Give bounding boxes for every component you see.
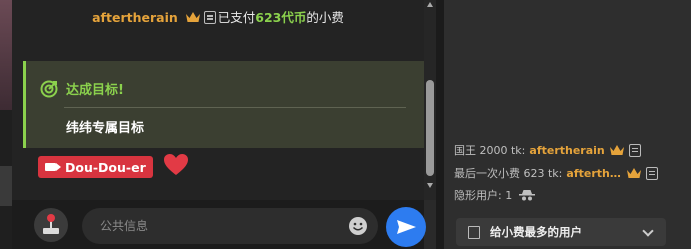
chevron-down-icon bbox=[642, 225, 654, 237]
emoji-icon[interactable] bbox=[348, 216, 368, 236]
left-photo-thumbnail bbox=[0, 0, 12, 110]
king-username[interactable]: aftertherain bbox=[529, 144, 604, 157]
spy-icon bbox=[519, 190, 536, 201]
top-tippers-button[interactable]: 给小费最多的用户 bbox=[456, 218, 666, 246]
heart-icon bbox=[164, 154, 188, 175]
goal-divider bbox=[64, 107, 406, 108]
king-stat: 国王 2000 tk: aftertherain bbox=[454, 142, 643, 158]
chat-input-bar bbox=[12, 200, 426, 249]
joystick-icon bbox=[43, 214, 59, 234]
last-tip-username[interactable]: aftertherain bbox=[566, 167, 622, 180]
trophy-icon bbox=[468, 225, 480, 239]
left-thumbnail bbox=[0, 166, 12, 206]
public-message-input[interactable] bbox=[100, 208, 340, 244]
goal-reached-card: 达成目标! 纬纬专属目标 bbox=[23, 61, 424, 148]
tip-message: aftertherain 已支付623代币的小费 bbox=[12, 8, 424, 28]
panel-divider bbox=[436, 0, 444, 249]
camera-icon bbox=[45, 163, 61, 171]
user-tag[interactable]: Dou-Dou-er bbox=[38, 156, 153, 178]
tip-text-before: 已支付 bbox=[217, 10, 256, 25]
king-label: 国王 2000 tk: bbox=[454, 144, 526, 157]
chat-scrollbar[interactable] bbox=[424, 0, 436, 200]
notes-icon[interactable] bbox=[628, 143, 641, 157]
send-icon bbox=[397, 220, 416, 234]
left-panel-edge bbox=[0, 0, 12, 249]
notes-icon[interactable] bbox=[646, 166, 659, 180]
hidden-users-stat: 隐形用户: 1 bbox=[454, 187, 536, 203]
crown-icon bbox=[185, 12, 200, 22]
last-tip-label: 最后一次小费 623 tk: bbox=[454, 167, 563, 180]
goal-name: 纬纬专属目标 bbox=[66, 121, 145, 136]
scroll-up-icon[interactable] bbox=[427, 2, 433, 7]
joystick-button[interactable] bbox=[34, 208, 68, 242]
tip-text-after: 的小费 bbox=[306, 10, 344, 25]
hidden-users-label: 隐形用户: 1 bbox=[454, 189, 513, 202]
crown-icon bbox=[627, 168, 642, 178]
crown-icon bbox=[609, 145, 624, 155]
goal-header: 达成目标! bbox=[40, 79, 124, 98]
chat-panel: aftertherain 已支付623代币的小费 达成目标! 纬纬专属目标 Do… bbox=[12, 0, 426, 249]
notes-icon[interactable] bbox=[203, 11, 216, 24]
target-icon bbox=[40, 80, 58, 97]
last-tip-stat: 最后一次小费 623 tk: aftertherain bbox=[454, 165, 660, 181]
info-sidebar: 国王 2000 tk: aftertherain 最后一次小费 623 tk: … bbox=[444, 0, 691, 249]
tip-amount: 623代币 bbox=[255, 10, 307, 25]
goal-title: 达成目标! bbox=[66, 83, 124, 98]
send-button[interactable] bbox=[386, 207, 426, 247]
tip-username[interactable]: aftertherain bbox=[92, 10, 178, 25]
chat-input-field[interactable] bbox=[82, 208, 378, 244]
user-tag-label: Dou-Dou-er bbox=[65, 159, 146, 175]
top-tippers-label: 给小费最多的用户 bbox=[490, 225, 582, 239]
scroll-down-icon[interactable] bbox=[427, 183, 433, 188]
scrollbar-thumb[interactable] bbox=[426, 80, 434, 176]
